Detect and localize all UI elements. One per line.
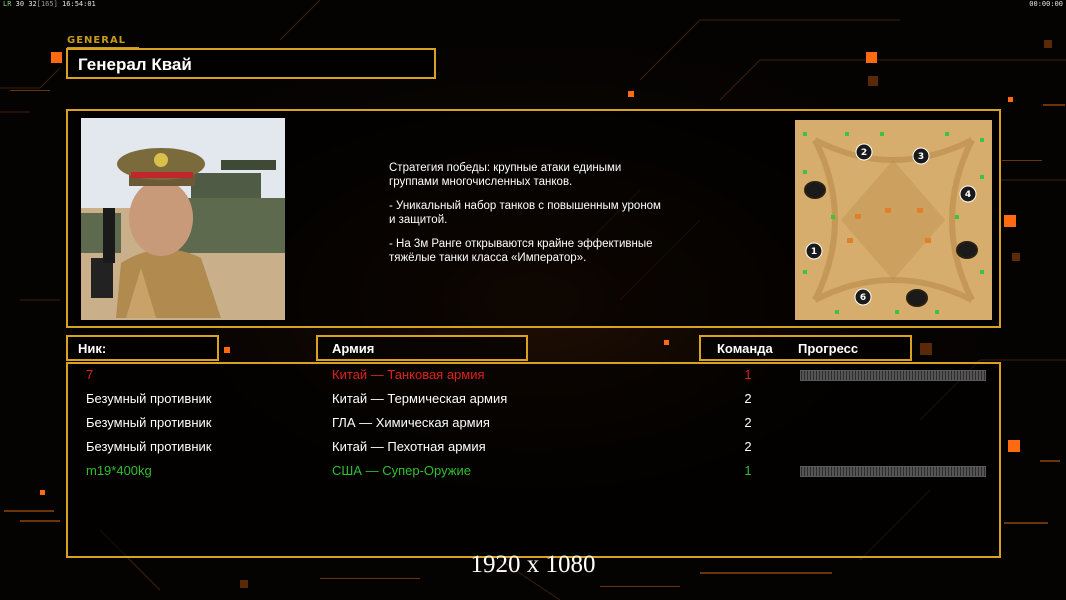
column-header-army: Армия [332, 341, 375, 356]
map-preview-image: 2 3 4 1 6 [795, 120, 992, 320]
general-tag: GENERAL [67, 35, 127, 46]
player-row: 7 Китай — Танковая армия 1 [68, 367, 999, 387]
general-title-panel: Генерал Квай [66, 48, 436, 79]
general-description: Стратегия победы: крупные атаки едиными … [389, 161, 719, 275]
column-header-nick-box: Ник: [66, 335, 219, 361]
game-timer: 00:00:00 [1029, 0, 1063, 8]
player-army: Китай — Термическая армия [332, 391, 508, 406]
description-strategy: Стратегия победы: крупные атаки едиными … [389, 162, 622, 188]
column-header-army-box: Армия [316, 335, 528, 361]
player-nick: Безумный противник [86, 415, 212, 430]
description-rank: - На 3м Ранге открываются крайне эффекти… [389, 238, 653, 264]
column-header-team-box: Команда Прогресс [699, 335, 912, 361]
map-slot-6: 6 [860, 293, 866, 303]
player-team: 1 [744, 367, 752, 382]
ping-value: 32 [28, 0, 37, 8]
player-nick: Безумный противник [86, 439, 212, 454]
column-header-nick: Ник: [78, 341, 107, 356]
player-nick: Безумный противник [86, 391, 212, 406]
map-slot-4: 4 [965, 190, 971, 200]
general-portrait [81, 118, 285, 320]
ping-extra: [165] [36, 0, 58, 8]
general-portrait-image [81, 118, 285, 320]
map-slot-3: 3 [918, 152, 924, 162]
player-army: США — Супер-Оружие [332, 463, 471, 478]
player-list: 7 Китай — Танковая армия 1 Безумный прот… [66, 362, 1001, 558]
player-army: Китай — Пехотная армия [332, 439, 486, 454]
player-row: Безумный противник Китай — Термическая а… [68, 391, 999, 411]
map-slot-2: 2 [861, 148, 867, 158]
player-team: 1 [744, 463, 752, 478]
player-army: ГЛА — Химическая армия [332, 415, 490, 430]
general-info-panel: Стратегия победы: крупные атаки едиными … [66, 109, 1001, 328]
player-team: 2 [744, 439, 752, 454]
map-preview: 2 3 4 1 6 [795, 120, 992, 320]
player-team: 2 [744, 391, 752, 406]
map-slot-1: 1 [811, 247, 817, 257]
column-header-progress: Прогресс [798, 341, 859, 356]
player-nick: 7 [86, 367, 94, 382]
hud-stats: LR 30 32[165] 16:54:01 [3, 0, 96, 8]
player-army: Китай — Танковая армия [332, 367, 485, 382]
player-team: 2 [744, 415, 752, 430]
description-tanks: - Уникальный набор танков с повышенным у… [389, 200, 661, 226]
clock: 16:54:01 [62, 0, 96, 8]
fps-label: LR [3, 0, 12, 8]
player-progress-bar [800, 466, 986, 477]
player-row: Безумный противник Китай — Пехотная арми… [68, 439, 999, 459]
player-nick: m19*400kg [86, 463, 152, 478]
player-row: Безумный противник ГЛА — Химическая арми… [68, 415, 999, 435]
fps-value: 30 [15, 0, 25, 8]
general-name: Генерал Квай [78, 55, 192, 74]
column-header-team: Команда [717, 341, 773, 356]
resolution-label: 1920 x 1080 [470, 551, 596, 578]
player-row: m19*400kg США — Супер-Оружие 1 [68, 463, 999, 483]
player-progress-bar [800, 370, 986, 381]
